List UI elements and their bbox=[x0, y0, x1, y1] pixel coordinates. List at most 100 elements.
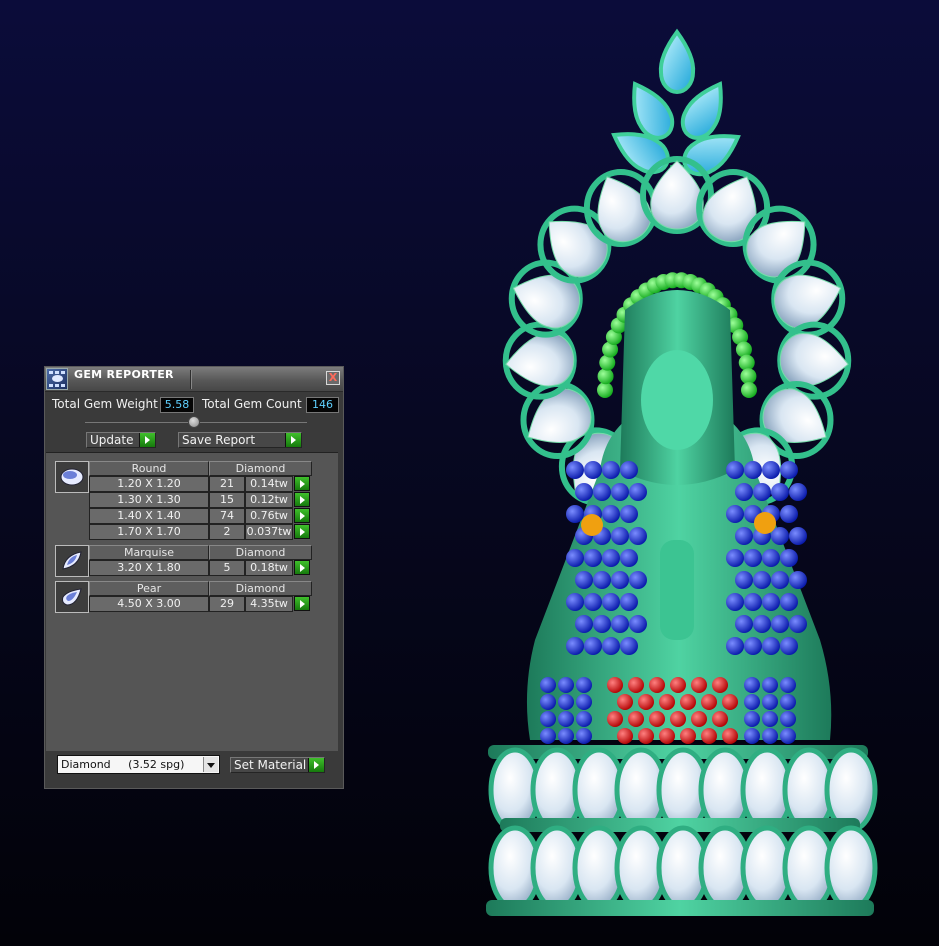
lotus-gem-lower bbox=[824, 825, 878, 911]
gem-count-cell: 5 bbox=[209, 560, 245, 576]
robe-blue-gem bbox=[762, 637, 780, 655]
lap-red-gem bbox=[722, 694, 738, 710]
select-gems-button[interactable] bbox=[294, 476, 310, 491]
lap-red-gem bbox=[691, 677, 707, 693]
lap-red-gem bbox=[607, 677, 623, 693]
robe-blue-gem bbox=[780, 505, 798, 523]
total-gem-weight-label: Total Gem Weight bbox=[52, 397, 158, 411]
lap-blue-gem bbox=[780, 728, 796, 744]
lap-blue-gem bbox=[558, 694, 574, 710]
collapse-handle[interactable] bbox=[188, 416, 200, 428]
lap-red-gem bbox=[670, 711, 686, 727]
robe-blue-gem bbox=[726, 505, 744, 523]
round-gem-icon[interactable] bbox=[55, 461, 89, 493]
robe-blue-gem bbox=[566, 593, 584, 611]
panel-titlebar[interactable]: GEM REPORTER X bbox=[45, 367, 343, 392]
robe-blue-gem bbox=[566, 637, 584, 655]
robe-blue-gem bbox=[593, 615, 611, 633]
lap-red-gem bbox=[691, 711, 707, 727]
gem-size-cell: 1.40 X 1.40 bbox=[89, 508, 209, 524]
pear-gem-icon[interactable] bbox=[55, 581, 89, 613]
lap-blue-gem bbox=[576, 728, 592, 744]
lap-blue-gem bbox=[762, 711, 778, 727]
gem-size-cell: 3.20 X 1.80 bbox=[89, 560, 209, 576]
gem-size-cell: 1.30 X 1.30 bbox=[89, 492, 209, 508]
robe-blue-gem bbox=[744, 637, 762, 655]
gem-size-cell: 1.70 X 1.70 bbox=[89, 524, 209, 540]
robe-blue-gem bbox=[726, 461, 744, 479]
lap-blue-gem bbox=[780, 677, 796, 693]
robe-blue-gem bbox=[753, 571, 771, 589]
gem-reporter-panel: GEM REPORTER X Total Gem Weight 5.58 Tot… bbox=[44, 366, 344, 789]
robe-blue-gem bbox=[584, 549, 602, 567]
robe-blue-gem bbox=[566, 461, 584, 479]
robe-blue-gem bbox=[620, 549, 638, 567]
robe-blue-gem bbox=[780, 593, 798, 611]
total-gem-count-label: Total Gem Count bbox=[202, 397, 302, 411]
robe-blue-gem bbox=[726, 593, 744, 611]
robe-blue-gem bbox=[602, 461, 620, 479]
lap-blue-gem bbox=[744, 728, 760, 744]
gem-weight-cell: 0.18tw bbox=[245, 560, 293, 576]
lap-blue-gem bbox=[558, 677, 574, 693]
total-gem-count-value: 146 bbox=[306, 397, 339, 413]
lap-red-gem bbox=[649, 711, 665, 727]
robe-blue-gem bbox=[566, 549, 584, 567]
robe-blue-gem bbox=[789, 571, 807, 589]
lap-blue-gem bbox=[780, 711, 796, 727]
lap-red-gem bbox=[680, 728, 696, 744]
lap-blue-gem bbox=[540, 728, 556, 744]
lap-blue-gem bbox=[540, 677, 556, 693]
robe-blue-gem bbox=[629, 615, 647, 633]
robe-blue-gem bbox=[566, 505, 584, 523]
lap-red-gem bbox=[659, 728, 675, 744]
gem-weight-cell: 0.76tw bbox=[245, 508, 293, 524]
lap-blue-gem bbox=[540, 711, 556, 727]
lotus-base bbox=[486, 900, 874, 916]
marquise-gem-icon[interactable] bbox=[55, 545, 89, 577]
update-button-label: Update bbox=[90, 433, 134, 447]
save-report-button[interactable]: Save Report bbox=[178, 432, 302, 448]
lap-red-gem bbox=[659, 694, 675, 710]
set-material-button[interactable]: Set Material bbox=[230, 757, 325, 773]
robe-blue-gem bbox=[629, 571, 647, 589]
lap-blue-gem bbox=[762, 728, 778, 744]
panel-title: GEM REPORTER bbox=[74, 368, 174, 381]
robe-blue-gem bbox=[584, 461, 602, 479]
robe-blue-gem bbox=[726, 549, 744, 567]
select-gems-button[interactable] bbox=[294, 524, 310, 539]
material-select[interactable]: Diamond (3.52 spg) bbox=[57, 755, 220, 774]
update-button[interactable]: Update bbox=[86, 432, 156, 448]
lap-red-gem bbox=[701, 728, 717, 744]
lap-blue-gem bbox=[762, 677, 778, 693]
lap-red-gem bbox=[628, 711, 644, 727]
dropdown-arrow-icon[interactable] bbox=[203, 757, 218, 772]
set-material-button-label: Set Material bbox=[234, 758, 307, 772]
arch-gem bbox=[597, 382, 613, 398]
lap-red-gem bbox=[638, 728, 654, 744]
robe-blue-gem bbox=[575, 615, 593, 633]
robe-blue-gem bbox=[611, 483, 629, 501]
robe-blue-gem bbox=[780, 461, 798, 479]
arch-gem bbox=[597, 368, 614, 385]
select-gems-button[interactable] bbox=[294, 492, 310, 507]
lap-red-gem bbox=[701, 694, 717, 710]
robe-blue-gem bbox=[575, 483, 593, 501]
robe-yellow-gem bbox=[581, 514, 603, 536]
robe-blue-gem bbox=[753, 615, 771, 633]
close-icon[interactable]: X bbox=[326, 371, 340, 385]
gem-weight-cell: 0.037tw bbox=[245, 524, 293, 540]
robe-blue-gem bbox=[620, 637, 638, 655]
select-gems-button[interactable] bbox=[294, 508, 310, 523]
select-gems-button[interactable] bbox=[294, 560, 310, 575]
lap-blue-gem bbox=[780, 694, 796, 710]
lap-blue-gem bbox=[540, 694, 556, 710]
select-gems-button[interactable] bbox=[294, 596, 310, 611]
robe-blue-gem bbox=[620, 505, 638, 523]
lap-blue-gem bbox=[744, 711, 760, 727]
robe-yellow-gem bbox=[754, 512, 776, 534]
robe-blue-gem bbox=[771, 615, 789, 633]
robe-blue-gem bbox=[735, 527, 753, 545]
gem-shape-header: Marquise bbox=[89, 545, 209, 560]
gem-count-cell: 15 bbox=[209, 492, 245, 508]
